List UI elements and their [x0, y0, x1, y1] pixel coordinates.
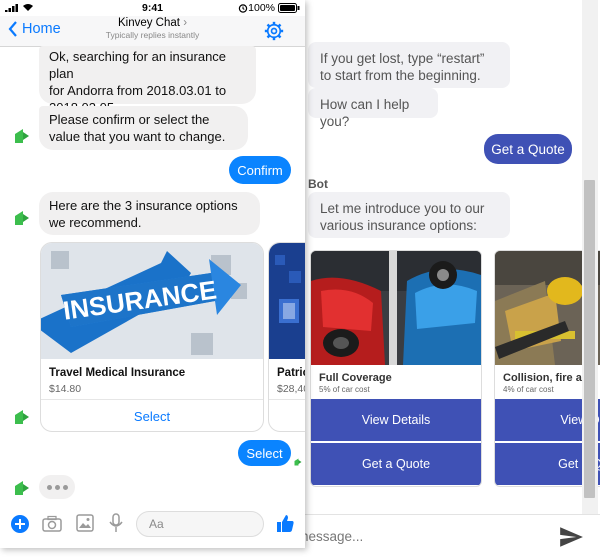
insurance-option-card: INSURANCE Travel Medical Insurance $14.8… [40, 242, 264, 432]
card-subtitle: 4% of car cost [503, 385, 554, 394]
microphone-icon[interactable] [108, 513, 124, 533]
card-subtitle: 5% of car cost [319, 385, 370, 394]
insurance-image [269, 243, 305, 359]
thumbs-up-icon[interactable] [275, 513, 295, 533]
chat-subtitle: Typically replies instantly [105, 30, 200, 40]
typing-indicator [39, 475, 75, 499]
bot-message-text: Let me introduce you to our various insu… [320, 201, 485, 233]
battery-percentage: 100% [248, 2, 275, 14]
get-a-quote-button[interactable]: Get a Quote [311, 443, 481, 485]
user-message-text: Get a Quote [491, 141, 565, 157]
chevron-right-icon: › [183, 17, 188, 29]
typing-dot [62, 484, 68, 490]
message-placeholder: Aa [149, 517, 164, 531]
view-details-button[interactable]: View Details [311, 399, 481, 441]
camera-icon[interactable] [42, 515, 62, 533]
select-button[interactable]: Select [41, 399, 263, 431]
message-text: Please confirm or select the value that … [49, 112, 226, 144]
bot-message-options-intro: Here are the 3 insurance options we reco… [39, 192, 260, 235]
message-text: Here are the 3 insurance options we reco… [49, 198, 238, 230]
status-bar: 9:41 100% [0, 0, 305, 16]
user-message-get-quote: Get a Quote [484, 134, 572, 164]
card-title: Travel Medical Insurance [49, 367, 186, 379]
insurance-option-card: Patric $28,40 [268, 242, 305, 432]
battery-icon [278, 3, 300, 13]
bot-message-text: If you get lost, type “restart” to start… [320, 51, 485, 83]
plus-icon[interactable] [10, 514, 30, 534]
bot-avatar-icon [15, 211, 29, 225]
bot-avatar-icon [15, 410, 29, 424]
typing-dot [46, 484, 52, 490]
seen-avatar-icon [294, 458, 302, 466]
card-price: $28,40 [277, 383, 305, 395]
bot-sender-label: Bot [308, 177, 328, 191]
web-chat-panel: If you get lost, type “restart” to start… [262, 0, 600, 557]
messenger-phone-screen: 9:41 100% Home Kinvey Chat › Typically r… [0, 0, 305, 548]
insurance-card-full-coverage: Full Coverage 5% of car cost View Detail… [310, 250, 482, 487]
bot-message-search: Ok, searching for an insurance plan for … [39, 46, 256, 115]
card-title: Full Coverage [319, 372, 392, 384]
select-button[interactable] [269, 399, 305, 431]
message-line: for Andorra from 2018.03.01 to [49, 83, 227, 98]
bot-message-restart: If you get lost, type “restart” to start… [308, 42, 510, 88]
user-message-select: Select [238, 440, 291, 466]
photo-icon[interactable] [76, 514, 94, 532]
scrollbar[interactable] [582, 0, 598, 514]
bot-message-text: How can I help you? [320, 97, 410, 129]
car-crash-image [311, 251, 481, 365]
message-text: Select [246, 445, 283, 461]
bot-message-help: How can I help you? [308, 88, 438, 129]
chat-title-text: Kinvey Chat [117, 17, 180, 29]
card-price: $14.80 [49, 383, 82, 395]
bot-avatar-icon [15, 481, 29, 495]
chat-title[interactable]: Kinvey Chat › [0, 17, 305, 29]
bot-message-confirm-prompt: Please confirm or select the value that … [39, 106, 248, 150]
alarm-icon [238, 4, 248, 13]
bot-message-intro: Let me introduce you to our various insu… [308, 192, 510, 238]
card-title: Patric [277, 367, 305, 379]
bot-avatar-icon [15, 129, 29, 143]
web-message-composer: a message... [262, 514, 600, 557]
message-line: Ok, searching for an insurance plan [49, 49, 227, 81]
navigation-bar: Home Kinvey Chat › Typically replies ins… [0, 16, 305, 47]
user-message-confirm: Confirm [229, 156, 291, 184]
insurance-image: INSURANCE [41, 243, 263, 359]
send-icon[interactable] [558, 524, 584, 550]
message-input[interactable]: Aa [136, 511, 264, 537]
gear-icon[interactable] [264, 21, 284, 41]
message-text: Confirm [237, 162, 283, 178]
scrollbar-thumb[interactable] [584, 180, 595, 498]
typing-dot [54, 484, 60, 490]
